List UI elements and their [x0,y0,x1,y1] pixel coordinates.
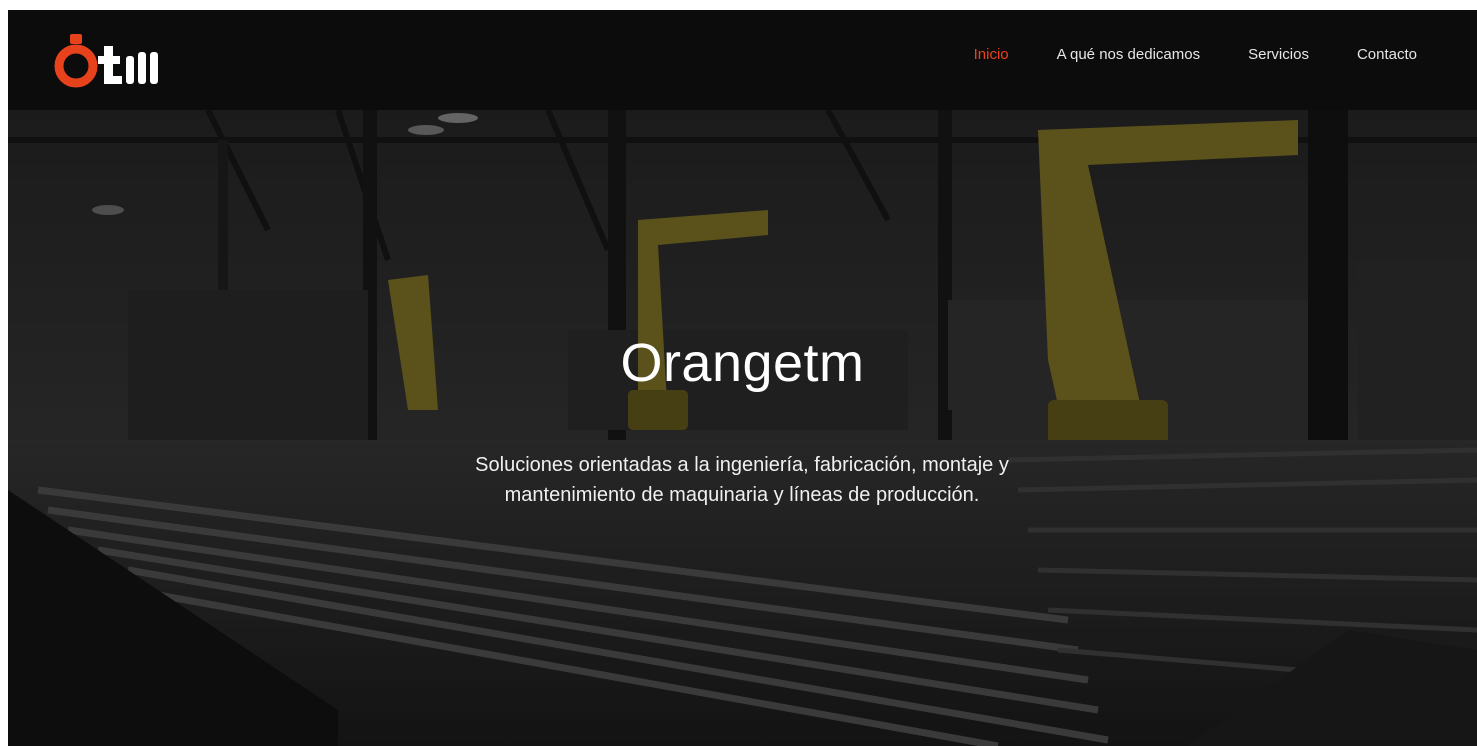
hero-subtitle: Soluciones orientadas a la ingeniería, f… [475,454,1009,506]
nav-link-inicio[interactable]: Inicio [974,46,1009,63]
browser-viewport: Inicio A qué nos dedicamos Servicios Con… [8,10,1477,746]
otm-logo-icon [54,34,158,88]
nav-link-contacto[interactable]: Contacto [1357,46,1417,63]
nav-link-a-que-nos-dedicamos[interactable]: A qué nos dedicamos [1057,46,1200,63]
page: Inicio A qué nos dedicamos Servicios Con… [0,0,1477,746]
hero-title: Orangetm [620,333,865,393]
site-logo[interactable] [52,24,182,94]
nav-link-servicios[interactable]: Servicios [1248,46,1309,63]
hero-section: Orangetm Soluciones orientadas a la inge… [8,110,1477,746]
site-header: Inicio A qué nos dedicamos Servicios Con… [8,10,1477,110]
main-navigation: Inicio A qué nos dedicamos Servicios Con… [974,46,1417,63]
hero-dark-overlay [8,110,1477,746]
